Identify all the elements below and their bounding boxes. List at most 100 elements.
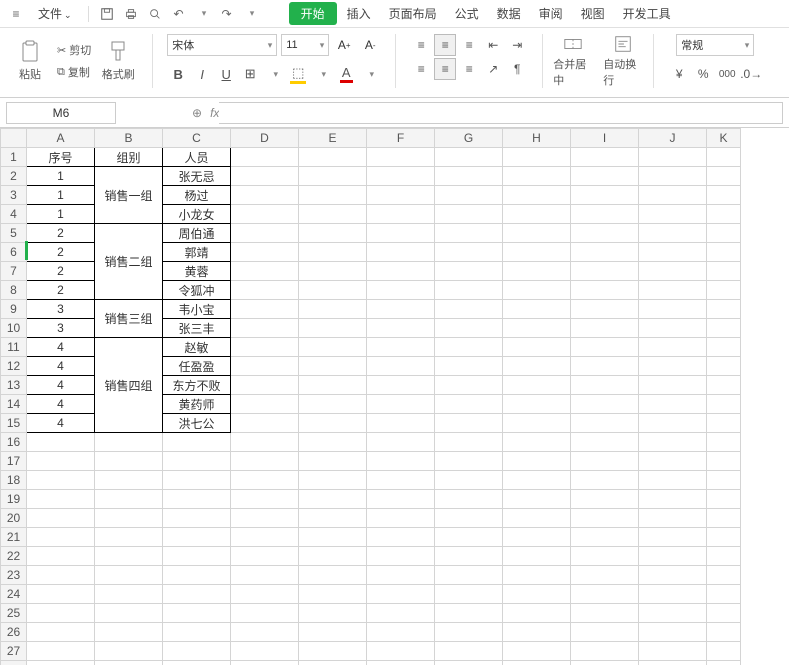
cell-I28[interactable]	[571, 661, 639, 665]
row-header-13[interactable]: 13	[1, 376, 27, 395]
cell-H13[interactable]	[503, 376, 571, 395]
cell-J11[interactable]	[639, 338, 707, 357]
cell-I1[interactable]	[571, 148, 639, 167]
fx-icon[interactable]: fx	[210, 106, 219, 120]
row-header-1[interactable]: 1	[1, 148, 27, 167]
cell-I2[interactable]	[571, 167, 639, 186]
cell-G20[interactable]	[435, 509, 503, 528]
cell-I24[interactable]	[571, 585, 639, 604]
align-top-left[interactable]: ≡	[410, 34, 432, 56]
cell-B23[interactable]	[95, 566, 163, 585]
cell-I25[interactable]	[571, 604, 639, 623]
cell-J27[interactable]	[639, 642, 707, 661]
col-header-J[interactable]: J	[639, 129, 707, 148]
cell-G26[interactable]	[435, 623, 503, 642]
cell-A17[interactable]	[27, 452, 95, 471]
cell-H22[interactable]	[503, 547, 571, 566]
cell-F23[interactable]	[367, 566, 435, 585]
percent-button[interactable]: %	[692, 64, 714, 84]
col-header-E[interactable]: E	[299, 129, 367, 148]
row-header-3[interactable]: 3	[1, 186, 27, 205]
cell-F24[interactable]	[367, 585, 435, 604]
col-header-A[interactable]: A	[27, 129, 95, 148]
cell-C21[interactable]	[163, 528, 231, 547]
cell-C13[interactable]: 东方不败	[163, 376, 231, 395]
cell-D16[interactable]	[231, 433, 299, 452]
cell-C16[interactable]	[163, 433, 231, 452]
row-header-12[interactable]: 12	[1, 357, 27, 376]
cell-D6[interactable]	[231, 243, 299, 262]
cell-K27[interactable]	[707, 642, 741, 661]
cell-A13[interactable]: 4	[27, 376, 95, 395]
ribbon-tab-4[interactable]: 数据	[489, 2, 529, 25]
cell-K23[interactable]	[707, 566, 741, 585]
cell-H18[interactable]	[503, 471, 571, 490]
menu-icon[interactable]: ≡	[6, 4, 26, 24]
cell-D20[interactable]	[231, 509, 299, 528]
row-header-9[interactable]: 9	[1, 300, 27, 319]
cell-K4[interactable]	[707, 205, 741, 224]
cell-J13[interactable]	[639, 376, 707, 395]
cell-H7[interactable]	[503, 262, 571, 281]
cell-G4[interactable]	[435, 205, 503, 224]
cell-H14[interactable]	[503, 395, 571, 414]
cell-J22[interactable]	[639, 547, 707, 566]
cell-C12[interactable]: 任盈盈	[163, 357, 231, 376]
row-header-28[interactable]: 28	[1, 661, 27, 665]
undo-dropdown[interactable]	[193, 4, 213, 24]
cell-I7[interactable]	[571, 262, 639, 281]
cell-H24[interactable]	[503, 585, 571, 604]
spreadsheet-grid[interactable]: ABCDEFGHIJK1序号组别人员21销售一组张无忌31杨过41小龙女52销售…	[0, 128, 789, 665]
ribbon-tab-1[interactable]: 插入	[339, 2, 379, 25]
align-bottom-right[interactable]: ≡	[458, 58, 480, 80]
cell-J8[interactable]	[639, 281, 707, 300]
cell-E24[interactable]	[299, 585, 367, 604]
cell-B19[interactable]	[95, 490, 163, 509]
cell-F26[interactable]	[367, 623, 435, 642]
cell-K26[interactable]	[707, 623, 741, 642]
cell-B2[interactable]: 销售一组	[95, 167, 163, 224]
cell-K17[interactable]	[707, 452, 741, 471]
cell-B17[interactable]	[95, 452, 163, 471]
cell-F16[interactable]	[367, 433, 435, 452]
rtl-button[interactable]: ¶	[506, 58, 528, 80]
align-bottom-center[interactable]: ≡	[434, 58, 456, 80]
cell-F21[interactable]	[367, 528, 435, 547]
cell-G27[interactable]	[435, 642, 503, 661]
row-header-11[interactable]: 11	[1, 338, 27, 357]
cell-A24[interactable]	[27, 585, 95, 604]
cell-D26[interactable]	[231, 623, 299, 642]
cell-I10[interactable]	[571, 319, 639, 338]
cell-D3[interactable]	[231, 186, 299, 205]
cell-I4[interactable]	[571, 205, 639, 224]
border-dropdown[interactable]	[263, 64, 285, 84]
cell-D19[interactable]	[231, 490, 299, 509]
cell-A6[interactable]: 2	[27, 243, 95, 262]
cell-G21[interactable]	[435, 528, 503, 547]
cell-K9[interactable]	[707, 300, 741, 319]
cell-I27[interactable]	[571, 642, 639, 661]
paste-button[interactable]: 粘贴	[10, 34, 50, 88]
cell-K14[interactable]	[707, 395, 741, 414]
cell-J2[interactable]	[639, 167, 707, 186]
cell-I3[interactable]	[571, 186, 639, 205]
cell-H10[interactable]	[503, 319, 571, 338]
preview-icon[interactable]	[145, 4, 165, 24]
cell-E3[interactable]	[299, 186, 367, 205]
cell-B26[interactable]	[95, 623, 163, 642]
cell-H23[interactable]	[503, 566, 571, 585]
cell-E22[interactable]	[299, 547, 367, 566]
cell-I26[interactable]	[571, 623, 639, 642]
cell-I19[interactable]	[571, 490, 639, 509]
cell-H2[interactable]	[503, 167, 571, 186]
cell-G11[interactable]	[435, 338, 503, 357]
col-header-I[interactable]: I	[571, 129, 639, 148]
row-header-24[interactable]: 24	[1, 585, 27, 604]
cell-E9[interactable]	[299, 300, 367, 319]
cell-K10[interactable]	[707, 319, 741, 338]
cell-J3[interactable]	[639, 186, 707, 205]
cell-G5[interactable]	[435, 224, 503, 243]
cell-F25[interactable]	[367, 604, 435, 623]
cell-D8[interactable]	[231, 281, 299, 300]
cell-G28[interactable]	[435, 661, 503, 665]
